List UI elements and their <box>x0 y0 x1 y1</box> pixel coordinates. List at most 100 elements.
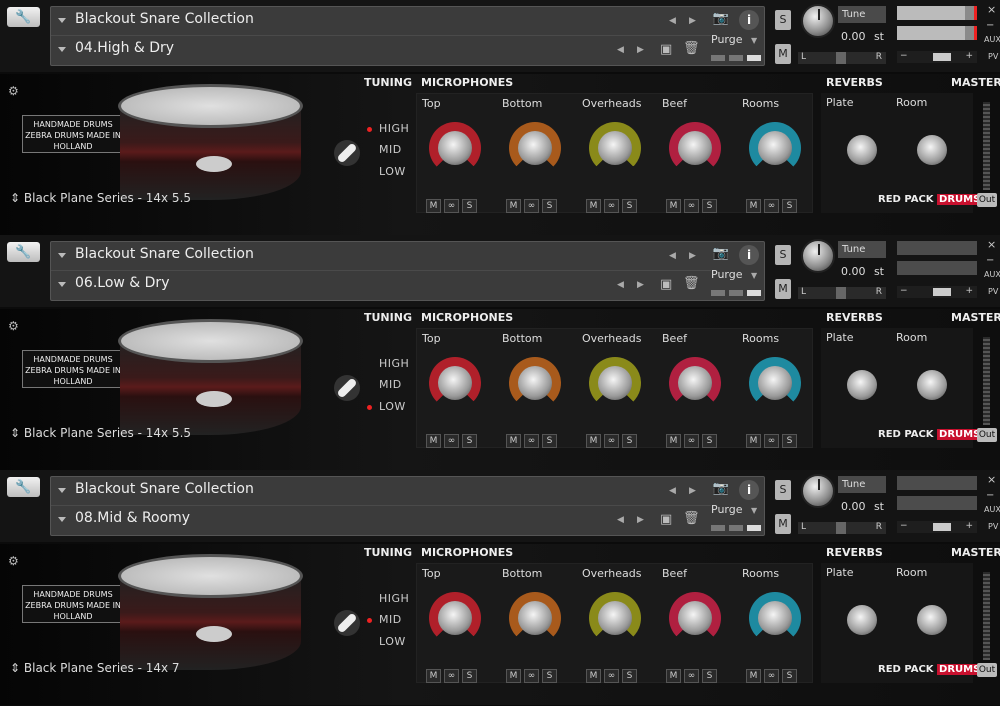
mute-button[interactable]: M <box>666 669 681 683</box>
mute-button[interactable]: M <box>506 199 521 213</box>
next-preset-arrow[interactable]: ▶ <box>637 515 644 525</box>
pan-slider[interactable]: LR <box>798 287 886 299</box>
prev-arrow[interactable]: ◀ <box>669 16 676 26</box>
next-preset-arrow[interactable]: ▶ <box>637 45 644 55</box>
output-button[interactable]: Out <box>977 663 997 677</box>
tuning-option-mid[interactable]: MID <box>379 143 402 156</box>
mute-button[interactable]: M <box>775 279 791 299</box>
minimize-icon[interactable]: − <box>986 20 994 31</box>
info-icon[interactable]: i <box>739 10 759 30</box>
solo-button[interactable]: S <box>462 669 477 683</box>
next-arrow[interactable]: ▶ <box>689 16 696 26</box>
mic-knob[interactable] <box>438 366 472 400</box>
preset-row[interactable]: 06.Low & Dry ◀ ▶ ▣ 🗑 <box>51 271 711 300</box>
output-volume-slider[interactable]: − + <box>897 521 977 533</box>
solo-button[interactable]: S <box>542 669 557 683</box>
camera-icon[interactable]: 📷 <box>709 11 733 31</box>
drum-preset-selector[interactable]: ⇕ Black Plane Series - 14x 5.5 <box>10 426 191 440</box>
aux-button[interactable]: AUX <box>984 505 1000 514</box>
minimize-icon[interactable]: − <box>986 490 994 501</box>
link-button[interactable]: ∞ <box>444 199 459 213</box>
trash-icon[interactable]: 🗑 <box>683 511 700 526</box>
solo-button[interactable]: S <box>542 434 557 448</box>
link-button[interactable]: ∞ <box>764 669 779 683</box>
purge-menu[interactable]: Purge <box>711 33 743 46</box>
link-button[interactable]: ∞ <box>524 434 539 448</box>
drum-preset-selector[interactable]: ⇕ Black Plane Series - 14x 7 <box>10 661 180 675</box>
preset-row[interactable]: 04.High & Dry ◀ ▶ ▣ 🗑 <box>51 36 711 65</box>
master-fader[interactable] <box>983 337 990 425</box>
mute-button[interactable]: M <box>746 669 761 683</box>
menu-triangle-icon[interactable] <box>58 253 66 258</box>
plus-icon[interactable]: + <box>965 51 973 61</box>
link-button[interactable]: ∞ <box>604 199 619 213</box>
mic-knob[interactable] <box>438 131 472 165</box>
link-button[interactable]: ∞ <box>684 669 699 683</box>
mute-button[interactable]: M <box>775 44 791 64</box>
solo-button[interactable]: S <box>462 199 477 213</box>
output-button[interactable]: Out <box>977 193 997 207</box>
link-button[interactable]: ∞ <box>524 669 539 683</box>
aux-button[interactable]: AUX <box>984 35 1000 44</box>
purge-menu[interactable]: Purge <box>711 268 743 281</box>
mute-button[interactable]: M <box>586 669 601 683</box>
mute-button[interactable]: M <box>775 514 791 534</box>
solo-button[interactable]: S <box>775 245 791 265</box>
menu-triangle-icon[interactable] <box>58 488 66 493</box>
link-button[interactable]: ∞ <box>524 199 539 213</box>
preset-row[interactable]: 08.Mid & Roomy ◀ ▶ ▣ 🗑 <box>51 506 711 535</box>
minimize-icon[interactable]: − <box>986 255 994 266</box>
drum-preset-selector[interactable]: ⇕ Black Plane Series - 14x 5.5 <box>10 191 191 205</box>
prev-arrow[interactable]: ◀ <box>669 251 676 261</box>
wrench-button[interactable]: 🔧 <box>7 7 40 27</box>
mute-button[interactable]: M <box>586 434 601 448</box>
tuning-option-low[interactable]: LOW <box>379 635 406 648</box>
tuning-option-high[interactable]: HIGH <box>379 357 409 370</box>
solo-button[interactable]: S <box>622 434 637 448</box>
solo-button[interactable]: S <box>775 10 791 30</box>
prev-preset-arrow[interactable]: ◀ <box>617 515 624 525</box>
mic-knob[interactable] <box>438 601 472 635</box>
mic-knob[interactable] <box>758 366 792 400</box>
solo-button[interactable]: S <box>782 199 797 213</box>
tuning-switch[interactable] <box>334 610 360 636</box>
link-button[interactable]: ∞ <box>684 199 699 213</box>
mic-knob[interactable] <box>518 601 552 635</box>
mic-knob[interactable] <box>598 131 632 165</box>
collection-row[interactable]: Blackout Snare Collection ◀ ▶ <box>51 7 711 36</box>
tuning-option-mid[interactable]: MID <box>379 378 402 391</box>
mic-knob[interactable] <box>598 366 632 400</box>
plus-icon[interactable]: + <box>965 286 973 296</box>
save-icon[interactable]: ▣ <box>660 42 672 57</box>
prev-preset-arrow[interactable]: ◀ <box>617 45 624 55</box>
wrench-button[interactable]: 🔧 <box>7 242 40 262</box>
mic-knob[interactable] <box>678 366 712 400</box>
info-icon[interactable]: i <box>739 480 759 500</box>
menu-triangle-icon[interactable] <box>58 18 66 23</box>
pan-slider[interactable]: LR <box>798 522 886 534</box>
close-icon[interactable]: × <box>987 3 996 16</box>
tune-value[interactable]: 0.00 st <box>838 499 886 515</box>
volume-knob[interactable] <box>801 4 835 38</box>
mic-knob[interactable] <box>758 131 792 165</box>
solo-button[interactable]: S <box>462 434 477 448</box>
solo-button[interactable]: S <box>782 434 797 448</box>
prev-arrow[interactable]: ◀ <box>669 486 676 496</box>
plus-icon[interactable]: + <box>965 521 973 531</box>
aux-button[interactable]: AUX <box>984 270 1000 279</box>
next-arrow[interactable]: ▶ <box>689 486 696 496</box>
reverb-knob-plate[interactable] <box>847 370 877 400</box>
mic-knob[interactable] <box>678 601 712 635</box>
solo-button[interactable]: S <box>702 199 717 213</box>
tuning-option-low[interactable]: LOW <box>379 165 406 178</box>
solo-button[interactable]: S <box>702 434 717 448</box>
tuning-switch[interactable] <box>334 140 360 166</box>
close-icon[interactable]: × <box>987 473 996 486</box>
mute-button[interactable]: M <box>666 199 681 213</box>
mute-button[interactable]: M <box>746 199 761 213</box>
trash-icon[interactable]: 🗑 <box>683 276 700 291</box>
solo-button[interactable]: S <box>775 480 791 500</box>
pv-button[interactable]: PV <box>988 287 998 296</box>
reverb-knob-plate[interactable] <box>847 135 877 165</box>
wrench-button[interactable]: 🔧 <box>7 477 40 497</box>
